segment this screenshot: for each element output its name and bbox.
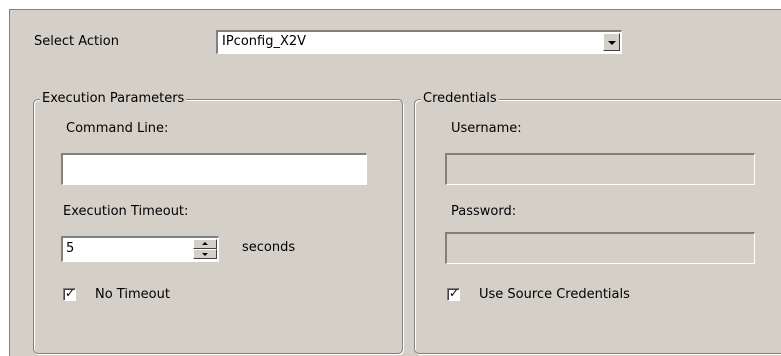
username-input[interactable]: [445, 153, 755, 185]
credentials-title: Credentials: [421, 91, 499, 106]
arrow-down-icon: [202, 253, 208, 256]
spinner-up-button[interactable]: [193, 239, 217, 249]
execution-parameters-group: Execution Parameters: [33, 91, 403, 354]
checkmark-icon: ✓: [449, 286, 460, 300]
command-line-input[interactable]: [61, 153, 367, 185]
credentials-group: Credentials: [414, 91, 781, 354]
arrow-up-icon: [202, 242, 208, 245]
use-source-credentials-label: Use Source Credentials: [479, 287, 630, 302]
use-source-credentials-checkbox[interactable]: ✓: [447, 286, 460, 301]
action-select[interactable]: IPconfig_X2V: [216, 30, 622, 54]
password-label: Password:: [451, 204, 517, 219]
execution-timeout-label: Execution Timeout:: [63, 204, 189, 219]
spinner-down-button[interactable]: [193, 249, 217, 259]
no-timeout-checkbox[interactable]: ✓: [63, 286, 76, 301]
execution-timeout-value: 5: [66, 241, 75, 256]
no-timeout-label: No Timeout: [95, 287, 170, 302]
checkmark-icon: ✓: [65, 286, 76, 300]
action-select-value: IPconfig_X2V: [222, 34, 307, 49]
password-input[interactable]: [445, 232, 755, 264]
timeout-unit-label: seconds: [242, 240, 296, 255]
execution-timeout-spinner[interactable]: 5: [61, 236, 219, 262]
dropdown-button[interactable]: [603, 33, 620, 51]
execution-parameters-title: Execution Parameters: [40, 91, 187, 106]
command-line-label: Command Line:: [66, 121, 169, 136]
username-label: Username:: [451, 121, 522, 136]
select-action-label: Select Action: [34, 34, 119, 49]
chevron-down-icon: [608, 41, 616, 45]
